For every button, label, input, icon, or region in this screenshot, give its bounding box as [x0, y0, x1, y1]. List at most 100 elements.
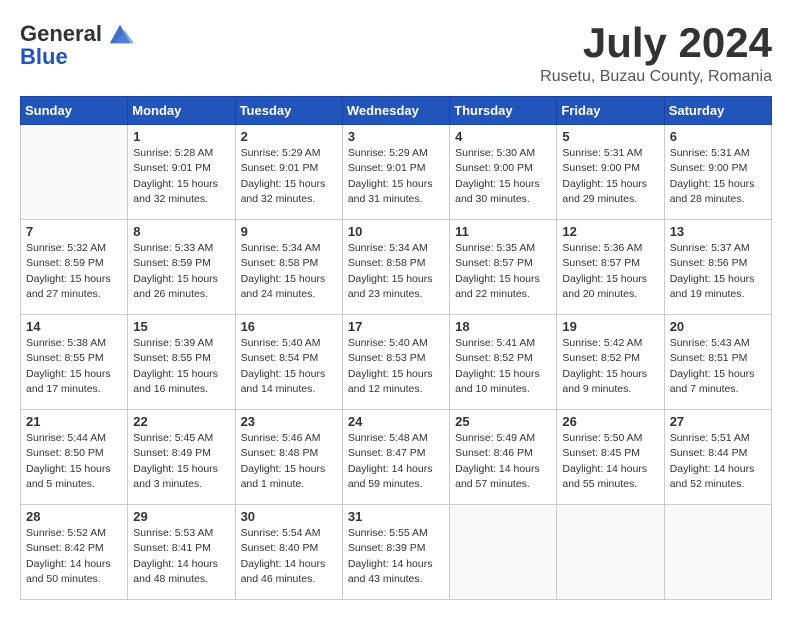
day-number: 23 [241, 414, 337, 429]
day-number: 31 [348, 509, 444, 524]
day-info: Sunrise: 5:34 AMSunset: 8:58 PMDaylight:… [348, 241, 444, 302]
day-number: 26 [562, 414, 658, 429]
day-number: 11 [455, 224, 551, 239]
day-number: 18 [455, 319, 551, 334]
day-number: 9 [241, 224, 337, 239]
logo: General Blue [20, 20, 134, 70]
day-number: 12 [562, 224, 658, 239]
day-number: 21 [26, 414, 122, 429]
day-info: Sunrise: 5:54 AMSunset: 8:40 PMDaylight:… [241, 526, 337, 587]
title-section: July 2024 Rusetu, Buzau County, Romania [540, 20, 772, 86]
day-number: 29 [133, 509, 229, 524]
day-info: Sunrise: 5:52 AMSunset: 8:42 PMDaylight:… [26, 526, 122, 587]
calendar-cell: 27Sunrise: 5:51 AMSunset: 8:44 PMDayligh… [664, 410, 771, 505]
logo-blue-text: Blue [20, 44, 68, 70]
page-header: General Blue July 2024 Rusetu, Buzau Cou… [20, 20, 772, 86]
day-info: Sunrise: 5:30 AMSunset: 9:00 PMDaylight:… [455, 146, 551, 207]
day-number: 13 [670, 224, 766, 239]
day-info: Sunrise: 5:49 AMSunset: 8:46 PMDaylight:… [455, 431, 551, 492]
calendar-cell: 8Sunrise: 5:33 AMSunset: 8:59 PMDaylight… [128, 220, 235, 315]
calendar-cell: 18 Sunrise: 5:41 AMSunset: 8:52 PMDayligh… [450, 315, 557, 410]
calendar-cell: 12 Sunrise: 5:36 AMSunset: 8:57 PMDayligh… [557, 220, 664, 315]
calendar-week-3: 14 Sunrise: 5:38 AMSunset: 8:55 PMDayligh… [21, 315, 772, 410]
subtitle: Rusetu, Buzau County, Romania [540, 68, 772, 86]
calendar-header-row: Sunday Monday Tuesday Wednesday Thursday… [21, 97, 772, 125]
day-info: Sunrise: 5:41 AMSunset: 8:52 PMDaylight:… [455, 336, 551, 397]
day-info: Sunrise: 5:45 AMSunset: 8:49 PMDaylight:… [133, 431, 229, 492]
calendar-cell [557, 505, 664, 600]
calendar-cell: 17 Sunrise: 5:40 AMSunset: 8:53 PMDayligh… [342, 315, 449, 410]
calendar-cell: 4 Sunrise: 5:30 AMSunset: 9:00 PMDaylight… [450, 125, 557, 220]
day-info: Sunrise: 5:36 AMSunset: 8:57 PMDaylight:… [562, 241, 658, 302]
day-info: Sunrise: 5:29 AMSunset: 9:01 PMDaylight:… [241, 146, 337, 207]
calendar-cell: 13 Sunrise: 5:37 AMSunset: 8:56 PMDayligh… [664, 220, 771, 315]
day-info: Sunrise: 5:34 AMSunset: 8:58 PMDaylight:… [241, 241, 337, 302]
calendar-cell: 30 Sunrise: 5:54 AMSunset: 8:40 PMDayligh… [235, 505, 342, 600]
calendar-week-2: 7Sunrise: 5:32 AMSunset: 8:59 PMDaylight… [21, 220, 772, 315]
day-number: 1 [133, 129, 229, 144]
calendar-cell: 3Sunrise: 5:29 AMSunset: 9:01 PMDaylight… [342, 125, 449, 220]
header-thursday: Thursday [450, 97, 557, 125]
calendar-cell: 28 Sunrise: 5:52 AMSunset: 8:42 PMDayligh… [21, 505, 128, 600]
day-number: 20 [670, 319, 766, 334]
day-number: 24 [348, 414, 444, 429]
day-number: 10 [348, 224, 444, 239]
day-info: Sunrise: 5:31 AMSunset: 9:00 PMDaylight:… [670, 146, 766, 207]
header-tuesday: Tuesday [235, 97, 342, 125]
calendar-cell: 23 Sunrise: 5:46 AMSunset: 8:48 PMDayligh… [235, 410, 342, 505]
day-info: Sunrise: 5:50 AMSunset: 8:45 PMDaylight:… [562, 431, 658, 492]
day-info: Sunrise: 5:46 AMSunset: 8:48 PMDaylight:… [241, 431, 337, 492]
day-info: Sunrise: 5:42 AMSunset: 8:52 PMDaylight:… [562, 336, 658, 397]
calendar-cell: 29 Sunrise: 5:53 AMSunset: 8:41 PMDayligh… [128, 505, 235, 600]
calendar-cell: 31 Sunrise: 5:55 AMSunset: 8:39 PMDayligh… [342, 505, 449, 600]
calendar-cell: 1Sunrise: 5:28 AMSunset: 9:01 PMDaylight… [128, 125, 235, 220]
day-number: 14 [26, 319, 122, 334]
day-number: 25 [455, 414, 551, 429]
day-info: Sunrise: 5:55 AMSunset: 8:39 PMDaylight:… [348, 526, 444, 587]
day-info: Sunrise: 5:39 AMSunset: 8:55 PMDaylight:… [133, 336, 229, 397]
calendar-cell: 21 Sunrise: 5:44 AMSunset: 8:50 PMDayligh… [21, 410, 128, 505]
calendar-cell: 2 Sunrise: 5:29 AMSunset: 9:01 PMDaylight… [235, 125, 342, 220]
day-number: 15 [133, 319, 229, 334]
day-number: 5 [562, 129, 658, 144]
day-number: 30 [241, 509, 337, 524]
calendar-cell [664, 505, 771, 600]
month-title: July 2024 [540, 20, 772, 66]
calendar-cell: 5 Sunrise: 5:31 AMSunset: 9:00 PMDaylight… [557, 125, 664, 220]
calendar-cell: 9 Sunrise: 5:34 AMSunset: 8:58 PMDaylight… [235, 220, 342, 315]
day-number: 8 [133, 224, 229, 239]
day-number: 28 [26, 509, 122, 524]
calendar-cell [21, 125, 128, 220]
calendar-cell: 11 Sunrise: 5:35 AMSunset: 8:57 PMDayligh… [450, 220, 557, 315]
day-number: 17 [348, 319, 444, 334]
day-number: 6 [670, 129, 766, 144]
day-number: 2 [241, 129, 337, 144]
calendar-cell: 22 Sunrise: 5:45 AMSunset: 8:49 PMDayligh… [128, 410, 235, 505]
day-info: Sunrise: 5:40 AMSunset: 8:54 PMDaylight:… [241, 336, 337, 397]
calendar-cell: 19Sunrise: 5:42 AMSunset: 8:52 PMDayligh… [557, 315, 664, 410]
day-number: 7 [26, 224, 122, 239]
day-info: Sunrise: 5:31 AMSunset: 9:00 PMDaylight:… [562, 146, 658, 207]
day-info: Sunrise: 5:40 AMSunset: 8:53 PMDaylight:… [348, 336, 444, 397]
calendar-cell: 20Sunrise: 5:43 AMSunset: 8:51 PMDayligh… [664, 315, 771, 410]
calendar-cell: 10 Sunrise: 5:34 AMSunset: 8:58 PMDayligh… [342, 220, 449, 315]
calendar-cell: 24Sunrise: 5:48 AMSunset: 8:47 PMDayligh… [342, 410, 449, 505]
day-number: 4 [455, 129, 551, 144]
calendar-week-4: 21 Sunrise: 5:44 AMSunset: 8:50 PMDayligh… [21, 410, 772, 505]
day-info: Sunrise: 5:38 AMSunset: 8:55 PMDaylight:… [26, 336, 122, 397]
calendar-cell: 7Sunrise: 5:32 AMSunset: 8:59 PMDaylight… [21, 220, 128, 315]
calendar-cell: 6 Sunrise: 5:31 AMSunset: 9:00 PMDaylight… [664, 125, 771, 220]
day-info: Sunrise: 5:37 AMSunset: 8:56 PMDaylight:… [670, 241, 766, 302]
day-info: Sunrise: 5:35 AMSunset: 8:57 PMDaylight:… [455, 241, 551, 302]
calendar-week-5: 28 Sunrise: 5:52 AMSunset: 8:42 PMDayligh… [21, 505, 772, 600]
day-number: 3 [348, 129, 444, 144]
day-info: Sunrise: 5:51 AMSunset: 8:44 PMDaylight:… [670, 431, 766, 492]
day-info: Sunrise: 5:53 AMSunset: 8:41 PMDaylight:… [133, 526, 229, 587]
header-friday: Friday [557, 97, 664, 125]
day-info: Sunrise: 5:44 AMSunset: 8:50 PMDaylight:… [26, 431, 122, 492]
calendar-cell: 26 Sunrise: 5:50 AMSunset: 8:45 PMDayligh… [557, 410, 664, 505]
calendar-table: Sunday Monday Tuesday Wednesday Thursday… [20, 96, 772, 600]
logo-icon [106, 20, 134, 48]
day-number: 22 [133, 414, 229, 429]
calendar-cell: 16Sunrise: 5:40 AMSunset: 8:54 PMDayligh… [235, 315, 342, 410]
